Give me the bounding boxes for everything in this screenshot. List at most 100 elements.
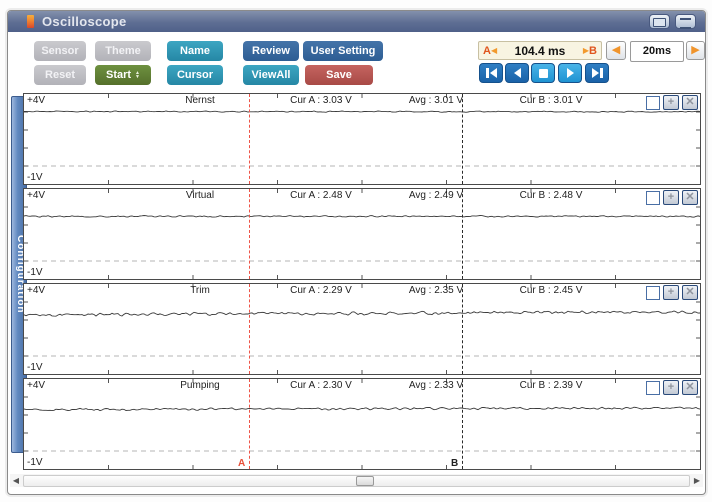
- sensor-button[interactable]: Sensor: [34, 41, 86, 61]
- play-backward-button[interactable]: [505, 63, 529, 83]
- play-button[interactable]: [558, 63, 582, 83]
- app-icon: [27, 15, 34, 28]
- channel-checkbox[interactable]: [646, 380, 660, 395]
- close-channel-button[interactable]: ✕: [682, 190, 698, 205]
- stop-square-icon: [538, 68, 548, 78]
- y-max-label: +4V: [27, 190, 46, 201]
- channel-name: Pumping: [180, 380, 220, 391]
- average-value: Avg : 3.01 V: [408, 95, 464, 106]
- start-button[interactable]: Start ▲ ▼: [95, 65, 151, 85]
- zoom-channel-button[interactable]: +: [663, 380, 679, 395]
- channel-panel: +4V -1V Pumping Cur A : 2.30 V Avg : 2.3…: [23, 378, 701, 470]
- name-button[interactable]: Name: [167, 41, 223, 61]
- zoom-channel-button[interactable]: +: [663, 285, 679, 300]
- scroll-track[interactable]: [23, 474, 690, 487]
- triangle-right-icon: [591, 68, 599, 78]
- channel-checkbox[interactable]: [646, 285, 660, 300]
- panel-controls: + ✕: [646, 285, 698, 300]
- cursor-a-line[interactable]: [249, 284, 250, 374]
- cursor-a-value: Cur A : 2.30 V: [290, 380, 352, 391]
- user-setting-button[interactable]: User Setting: [303, 41, 383, 61]
- window-title: Oscilloscope: [42, 14, 127, 29]
- cursor-a-label: A: [483, 44, 491, 57]
- left-arrow-icon: ◀: [611, 44, 621, 56]
- popout-window-button[interactable]: [649, 14, 670, 29]
- cursor-time-display: A ◀ 104.4 ms ▶ B: [478, 41, 602, 60]
- reset-button[interactable]: Reset: [34, 65, 86, 85]
- horizontal-scrollbar: ◀ ▶: [10, 474, 703, 487]
- viewall-button[interactable]: ViewAll: [243, 65, 299, 85]
- average-value: Avg : 2.49 V: [408, 190, 464, 201]
- triangle-left-icon: [489, 68, 497, 78]
- y-min-label: -1V: [27, 172, 43, 183]
- cursor-b-label: B: [589, 44, 597, 57]
- collapse-icon: [680, 18, 691, 29]
- cursor-a-value: Cur A : 2.29 V: [290, 285, 352, 296]
- bar-icon: [599, 68, 603, 78]
- cursor-a-line[interactable]: [249, 94, 250, 184]
- waveform-plot: [24, 284, 700, 374]
- cursor-b-value: Cur B : 2.48 V: [519, 190, 583, 201]
- cursor-b-marker[interactable]: B: [451, 458, 458, 469]
- cursor-button[interactable]: Cursor: [167, 65, 223, 85]
- channel-name: Nernst: [185, 95, 215, 106]
- channel-panel: +4V -1V Virtual Cur A : 2.48 V Avg : 2.4…: [23, 188, 701, 280]
- cursor-b-value: Cur B : 3.01 V: [519, 95, 583, 106]
- stop-button[interactable]: [531, 63, 555, 83]
- skip-to-end-button[interactable]: [585, 63, 609, 83]
- bar-icon: [485, 68, 489, 78]
- channel-panel: +4V -1V Trim Cur A : 2.29 V Avg : 2.35 V…: [23, 283, 701, 375]
- right-arrow-icon: ▶: [691, 44, 700, 56]
- y-min-label: -1V: [27, 457, 43, 468]
- panel-controls: + ✕: [646, 380, 698, 395]
- average-value: Avg : 2.35 V: [408, 285, 464, 296]
- y-min-label: -1V: [27, 267, 43, 278]
- waveform-plot: [24, 94, 700, 184]
- titlebar: Oscilloscope: [8, 11, 705, 32]
- review-button[interactable]: Review: [243, 41, 299, 61]
- save-button[interactable]: Save: [305, 65, 373, 85]
- y-max-label: +4V: [27, 380, 46, 391]
- popout-icon: [653, 18, 666, 27]
- zoom-channel-button[interactable]: +: [663, 95, 679, 110]
- channel-name: Trim: [190, 285, 210, 296]
- scroll-right-button[interactable]: ▶: [691, 474, 703, 487]
- cursor-a-line[interactable]: [249, 189, 250, 279]
- y-min-label: -1V: [27, 362, 43, 373]
- average-value: Avg : 2.33 V: [408, 380, 464, 391]
- y-max-label: +4V: [27, 285, 46, 296]
- oscilloscope-window: Oscilloscope Sensor Theme Name Review Us…: [7, 10, 706, 495]
- waveform-plot: [24, 189, 700, 279]
- skip-to-start-button[interactable]: [479, 63, 503, 83]
- start-label: Start: [105, 69, 132, 81]
- panel-controls: + ✕: [646, 95, 698, 110]
- close-channel-button[interactable]: ✕: [682, 95, 698, 110]
- cursor-a-marker[interactable]: A: [238, 458, 245, 469]
- cursor-delta-value: 104.4 ms: [514, 43, 566, 58]
- cursor-a-line[interactable]: [249, 379, 250, 469]
- zoom-channel-button[interactable]: +: [663, 190, 679, 205]
- cursor-b-line[interactable]: [462, 94, 463, 184]
- channel-checkbox[interactable]: [646, 95, 660, 110]
- timebase-increase-button[interactable]: ▶: [686, 41, 705, 60]
- close-channel-button[interactable]: ✕: [682, 380, 698, 395]
- channel-panel: +4V -1V Nernst Cur A : 3.03 V Avg : 3.01…: [23, 93, 701, 185]
- cursor-a-value: Cur A : 3.03 V: [290, 95, 352, 106]
- scroll-thumb[interactable]: [356, 475, 374, 486]
- triangle-right-icon: [566, 68, 574, 78]
- channel-checkbox[interactable]: [646, 190, 660, 205]
- start-spinner-icon: ▲ ▼: [135, 70, 140, 80]
- theme-button[interactable]: Theme: [95, 41, 151, 61]
- timebase-value[interactable]: 20ms: [630, 41, 684, 62]
- triangle-left-icon: [513, 68, 521, 78]
- cursor-b-value: Cur B : 2.39 V: [519, 380, 583, 391]
- cursor-a-value: Cur A : 2.48 V: [290, 190, 352, 201]
- cursor-b-line[interactable]: [462, 379, 463, 469]
- channel-name: Virtual: [185, 190, 215, 201]
- cursor-b-line[interactable]: [462, 189, 463, 279]
- close-channel-button[interactable]: ✕: [682, 285, 698, 300]
- scroll-left-button[interactable]: ◀: [10, 474, 22, 487]
- collapse-window-button[interactable]: [675, 14, 696, 29]
- cursor-b-line[interactable]: [462, 284, 463, 374]
- timebase-decrease-button[interactable]: ◀: [606, 41, 626, 60]
